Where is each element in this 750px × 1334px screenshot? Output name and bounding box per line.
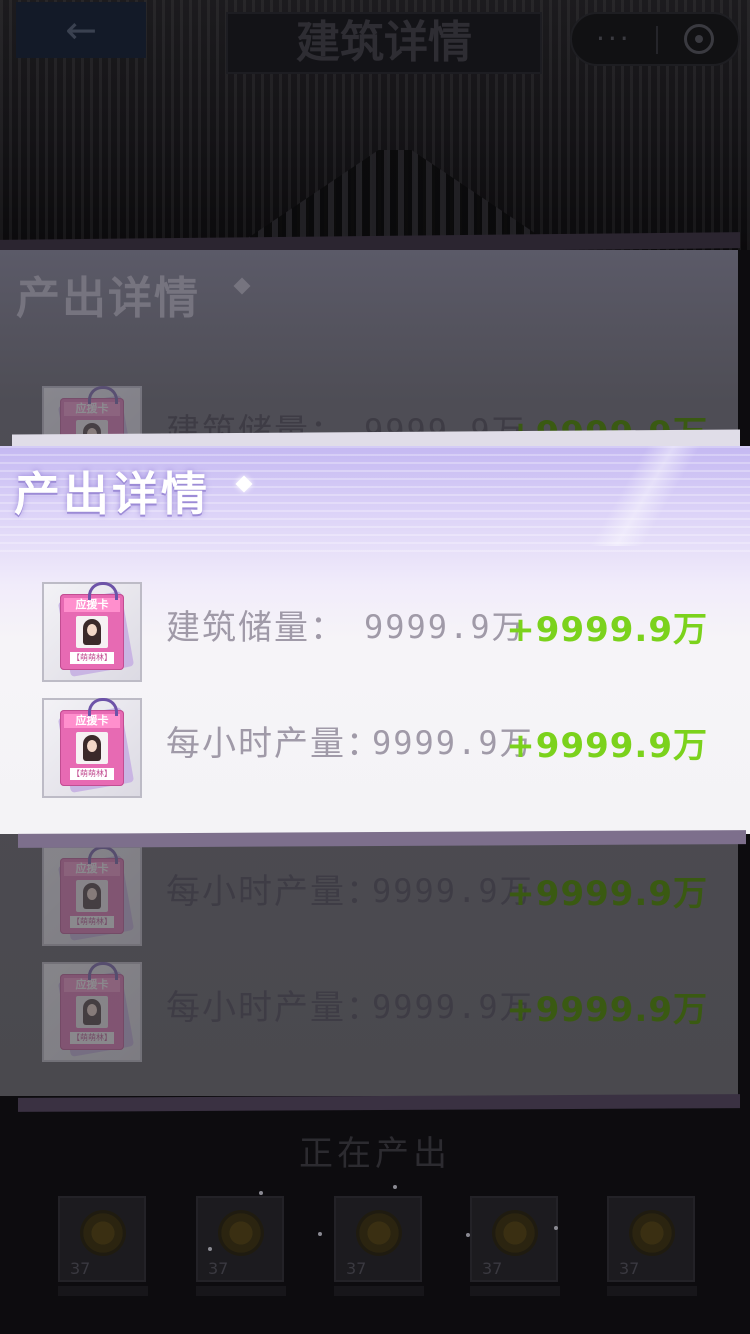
list-item: 应援卡 【萌萌林】 每小时产量： 9999.9万 +9999.9万: [42, 962, 722, 1062]
cheer-card-icon: 应援卡【萌萌林】: [42, 962, 144, 1062]
storage-gain: +9999.9万: [506, 610, 708, 650]
list-item: 应援卡【萌萌林】 建筑储量： 9999.9万 +9999.9万: [42, 582, 722, 682]
storage-value: 9999.9万: [364, 608, 526, 646]
producing-slot[interactable]: 37: [470, 1196, 558, 1282]
close-target-icon[interactable]: [684, 24, 714, 54]
popup-header-shine: [540, 446, 750, 546]
slot-label-bar: [334, 1286, 424, 1296]
producing-slot[interactable]: 37: [196, 1196, 284, 1282]
cheer-card-icon: 应援卡【萌萌林】: [42, 582, 144, 682]
particle: [318, 1232, 322, 1236]
slot-label-bar: [58, 1286, 148, 1296]
hourly-output-label: 每小时产量：: [166, 724, 382, 764]
row-gain: +9999.9万: [506, 990, 708, 1030]
back-arrow-icon: ←: [65, 8, 97, 52]
list-item: 应援卡 【萌萌林】 每小时产量： 9999.9万 +9999.9万: [42, 846, 722, 946]
particle: [554, 1226, 558, 1230]
slot-count: 37: [346, 1259, 367, 1278]
producing-slot[interactable]: 37: [607, 1196, 695, 1282]
slot-count: 37: [619, 1259, 640, 1278]
row-label: 每小时产量：: [166, 988, 382, 1028]
particle: [393, 1185, 397, 1189]
slot-label-bar: [607, 1286, 697, 1296]
mini-program-capsule: ···: [570, 12, 740, 66]
page-title: 建筑详情: [226, 12, 542, 74]
slot-count: 37: [70, 1259, 91, 1278]
list-item: 应援卡 【萌萌林】 每小时产量： 9999.9万 +9999.9万: [42, 698, 722, 798]
cheer-card-icon: 应援卡【萌萌林】: [42, 698, 144, 798]
coin-icon: [80, 1210, 126, 1256]
particle: [259, 1191, 263, 1195]
back-panel-bottom-edge: [18, 1094, 740, 1112]
producing-slot[interactable]: 37: [334, 1196, 422, 1282]
particle: [208, 1247, 212, 1251]
particle: [466, 1233, 470, 1237]
cheer-card-icon: 应援卡【萌萌林】: [42, 846, 144, 946]
coin-icon: [629, 1210, 675, 1256]
slot-label-bar: [470, 1286, 560, 1296]
row-gain: +9999.9万: [506, 874, 708, 914]
storage-label: 建筑储量：: [166, 608, 346, 648]
capsule-divider: [656, 26, 658, 54]
back-button[interactable]: ←: [16, 2, 146, 58]
row-label: 每小时产量：: [166, 872, 382, 912]
hourly-output-gain: +9999.9万: [506, 726, 708, 766]
popup-title: 产出详情: [14, 467, 210, 521]
coin-icon: [356, 1210, 402, 1256]
coin-icon: [218, 1210, 264, 1256]
producing-slot[interactable]: 37: [58, 1196, 146, 1282]
slot-label-bar: [196, 1286, 286, 1296]
slot-count: 37: [208, 1259, 229, 1278]
more-icon[interactable]: ···: [596, 22, 632, 55]
coin-icon: [492, 1210, 538, 1256]
slot-count: 37: [482, 1259, 503, 1278]
back-panel-title: 产出详情: [16, 273, 200, 324]
producing-title: 正在产出: [299, 1134, 451, 1174]
